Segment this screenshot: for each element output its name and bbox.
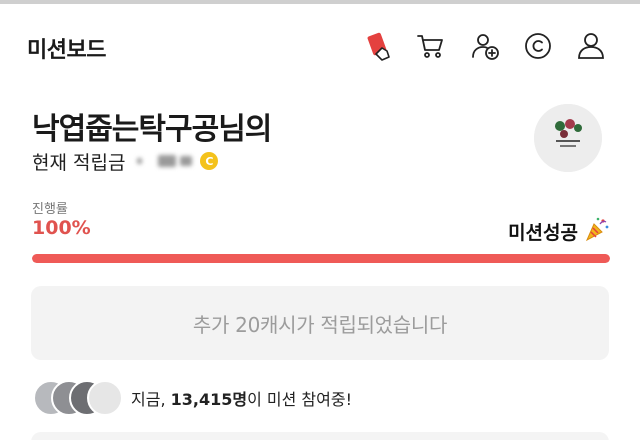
mission-status-text: 미션성공	[508, 221, 578, 244]
profile-icon[interactable]	[574, 29, 608, 63]
progress-percent: 100%	[32, 217, 91, 239]
participant-avatars	[33, 380, 125, 416]
cart-icon[interactable]	[414, 29, 448, 63]
reward-banner: 추가 20캐시가 적립되었습니다	[31, 286, 609, 360]
participants-text: 지금, 13,415명이 미션 참여중!	[131, 390, 352, 409]
coin-icon: C	[200, 152, 219, 170]
participant-avatar	[87, 380, 123, 416]
progress-label: 진행률	[32, 202, 68, 217]
add-friend-icon[interactable]	[468, 29, 502, 63]
bottom-card	[31, 432, 609, 440]
progress-bar	[32, 254, 610, 263]
mission-status: 미션성공	[508, 216, 610, 246]
points-label: 현재 적립금	[32, 151, 126, 174]
reward-banner-text: 추가 20캐시가 적립되었습니다	[192, 312, 448, 337]
user-name: 낙엽줍는탁구공님의	[32, 112, 272, 147]
points-value-blurred	[137, 155, 193, 167]
party-popper-icon	[584, 216, 610, 246]
avatar[interactable]	[534, 104, 602, 172]
mission-card-icon[interactable]	[362, 29, 396, 63]
page-title: 미션보드	[27, 38, 106, 63]
participants-row: 지금, 13,415명이 미션 참여중!	[33, 380, 352, 416]
points-row: 현재 적립금 C	[32, 147, 219, 175]
coin-c-icon[interactable]	[521, 29, 555, 63]
top-divider	[0, 0, 640, 4]
progress-bar-fill	[32, 254, 610, 263]
participants-count: 13,415명	[170, 390, 248, 409]
header: 미션보드	[0, 16, 640, 76]
